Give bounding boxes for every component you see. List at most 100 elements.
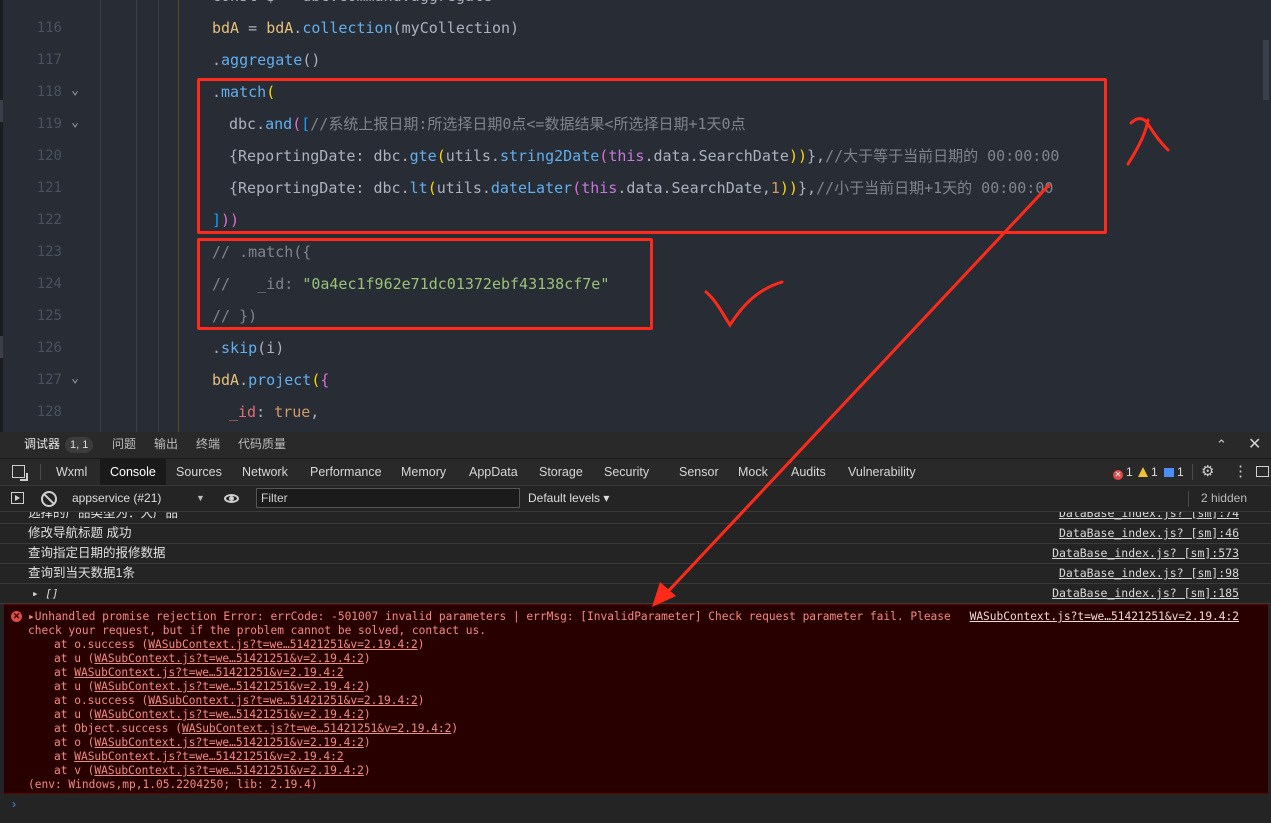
stack-frame: at u (WASubContext.js?t=we…51421251&v=2.… [54,708,371,722]
stack-frame: at o (WASubContext.js?t=we…51421251&v=2.… [54,736,371,750]
filter-input[interactable] [256,488,520,508]
code-text: {ReportingDate: dbc.gte(utils.string2Dat… [229,147,1060,165]
tab-issues[interactable]: 问题 [112,432,136,458]
code-text: ])) [212,211,240,229]
stack-frame-link[interactable]: WASubContext.js?t=we…51421251&v=2.19.4:2 [94,736,363,749]
console-prompt[interactable]: › [12,797,16,811]
stack-frame-fn: at u ( [54,680,95,693]
stack-frame-link[interactable]: WASubContext.js?t=we…51421251&v=2.19.4:2 [74,666,343,679]
tab-appdata[interactable]: AppData [469,459,518,485]
divider [1188,491,1189,507]
code-line-126[interactable]: .skip(i) [0,332,1271,364]
stack-frame-link[interactable]: WASubContext.js?t=we…51421251&v=2.19.4:2 [74,750,343,763]
stack-frame-link[interactable]: WASubContext.js?t=we…51421251&v=2.19.4:2 [182,722,451,735]
stack-frame: at WASubContext.js?t=we…51421251&v=2.19.… [54,666,344,680]
log-message: 查询到当天数据1条 [28,566,135,580]
stack-frame-link[interactable]: WASubContext.js?t=we…51421251&v=2.19.4:2 [94,680,363,693]
code-line-117[interactable]: .aggregate() [0,44,1271,76]
code-line-125[interactable]: // }) [0,300,1271,332]
tab-security[interactable]: Security [604,459,649,485]
stack-frame-fn: at u ( [54,708,95,721]
code-editor[interactable]: 115116117118⌄119⌄12012112212312412512612… [0,0,1271,432]
tab-memory[interactable]: Memory [401,459,446,485]
stack-frame-link[interactable]: WASubContext.js?t=we…51421251&v=2.19.4:2 [94,764,363,777]
code-text: .skip(i) [212,339,285,357]
tab-mock[interactable]: Mock [738,459,768,485]
code-line-119[interactable]: dbc.and([//系统上报日期:所选择日期0点<=数据结果<所选择日期+1天… [0,108,1271,140]
dock-side-icon[interactable] [1256,466,1269,477]
clear-console-icon[interactable] [41,491,57,507]
scrollbar-thumb[interactable] [1263,40,1269,100]
collapse-panel-icon[interactable]: ⌃ [1216,432,1227,458]
warning-count[interactable]: 1 [1138,459,1158,485]
eye-icon[interactable] [224,494,239,503]
error-count[interactable]: ✕ 1 [1113,459,1133,485]
close-panel-icon[interactable]: ✕ [1248,432,1261,458]
error-source-link[interactable]: WASubContext.js?t=we…51421251&v=2.19.4:2 [970,610,1239,624]
code-line-122[interactable]: ])) [0,204,1271,236]
editor-scrollbar[interactable] [1261,0,1271,432]
sidebar-toggle-icon[interactable] [11,492,24,504]
log-message: 修改导航标题 成功 [28,526,132,540]
tab-wxml[interactable]: Wxml [56,459,87,485]
code-text: bdA = bdA.collection(myCollection) [212,19,520,37]
tab-storage[interactable]: Storage [539,459,583,485]
code-line-128[interactable]: _id: true, [0,396,1271,428]
code-text: bdA.project({ [212,371,330,389]
info-count[interactable]: 1 [1164,459,1184,485]
log-source-link[interactable]: DataBase_index.js? [sm]:573 [1052,544,1239,563]
tab-console[interactable]: Console [100,459,166,485]
caret-down-icon[interactable]: ▼ [196,486,205,511]
log-row: 选择的产品类型为：大产品 DataBase_index.js? [sm]:74 [0,512,1271,524]
error-text[interactable]: ▸Unhandled promise rejection Error: errC… [28,610,951,624]
code-text: const $ = dbc.command.aggregate [212,0,492,12]
code-text: dbc.and([//系统上报日期:所选择日期0点<=数据结果<所选择日期+1天… [229,115,746,133]
context-select[interactable]: appservice (#21) [72,486,212,511]
tab-sensor[interactable]: Sensor [679,459,719,485]
code-text: // .match({ [212,243,312,261]
tab-debugger[interactable]: 调试器 [24,432,60,458]
log-row: ▸ [] DataBase_index.js? [sm]:185 [0,584,1271,604]
hidden-count: 2 hidden [1200,491,1247,505]
code-line-123[interactable]: // .match({ [0,236,1271,268]
stack-frame-link[interactable]: WASubContext.js?t=we…51421251&v=2.19.4:2 [94,652,363,665]
log-source-link[interactable]: DataBase_index.js? [sm]:74 [1059,512,1239,523]
gear-icon[interactable]: ⚙ [1201,459,1214,485]
log-levels-select[interactable]: Default levels ▾ [528,486,609,511]
error-icon: ✕ [11,611,22,622]
code-line-118[interactable]: .match( [0,76,1271,108]
code-line-120[interactable]: {ReportingDate: dbc.gte(utils.string2Dat… [0,140,1271,172]
code-line-121[interactable]: {ReportingDate: dbc.lt(utils.dateLater(t… [0,172,1271,204]
stack-frame-link[interactable]: WASubContext.js?t=we…51421251&v=2.19.4:2 [148,694,417,707]
devtools-top-tabs: 调试器 1, 1 问题 输出 终端 代码质量 ⌃ ✕ [0,432,1271,459]
code-line-127[interactable]: bdA.project({ [0,364,1271,396]
error-text: check your request, but if the problem c… [28,624,487,637]
code-text: .aggregate() [212,51,321,69]
log-source-link[interactable]: DataBase_index.js? [sm]:46 [1059,524,1239,543]
tab-vulnerability[interactable]: Vulnerability [848,459,916,485]
log-source-link[interactable]: DataBase_index.js? [sm]:98 [1059,564,1239,583]
code-line-115[interactable]: const $ = dbc.command.aggregate [0,0,1271,12]
tab-audits[interactable]: Audits [791,459,826,485]
tab-terminal[interactable]: 终端 [196,432,220,458]
stack-frame-link[interactable]: WASubContext.js?t=we…51421251&v=2.19.4:2 [94,708,363,721]
code-line-124[interactable]: // _id: "0a4ec1f962e71dc01372ebf43138cf7… [0,268,1271,300]
log-array-toggle[interactable]: ▸ [] [32,584,59,603]
code-text: .match( [212,83,276,101]
stack-frame-link[interactable]: WASubContext.js?t=we…51421251&v=2.19.4:2 [148,638,417,651]
stack-frame-end: ) [363,764,371,777]
tab-code-quality[interactable]: 代码质量 [238,432,286,458]
inspect-element-icon[interactable] [12,465,28,481]
console-log-area[interactable]: 选择的产品类型为：大产品 DataBase_index.js? [sm]:74 … [0,512,1271,823]
tab-output[interactable]: 输出 [154,432,178,458]
stack-frame-fn: at v ( [54,764,95,777]
code-line-116[interactable]: bdA = bdA.collection(myCollection) [0,12,1271,44]
tab-network[interactable]: Network [242,459,288,485]
tab-sources[interactable]: Sources [176,459,222,485]
more-options-icon[interactable]: ⋮ [1233,459,1248,485]
stack-frame-end: ) [451,722,459,735]
code-text: // _id: "0a4ec1f962e71dc01372ebf43138cf7… [212,275,610,293]
log-source-link[interactable]: DataBase_index.js? [sm]:185 [1052,584,1239,603]
tab-performance[interactable]: Performance [310,459,382,485]
info-icon [1164,468,1174,477]
